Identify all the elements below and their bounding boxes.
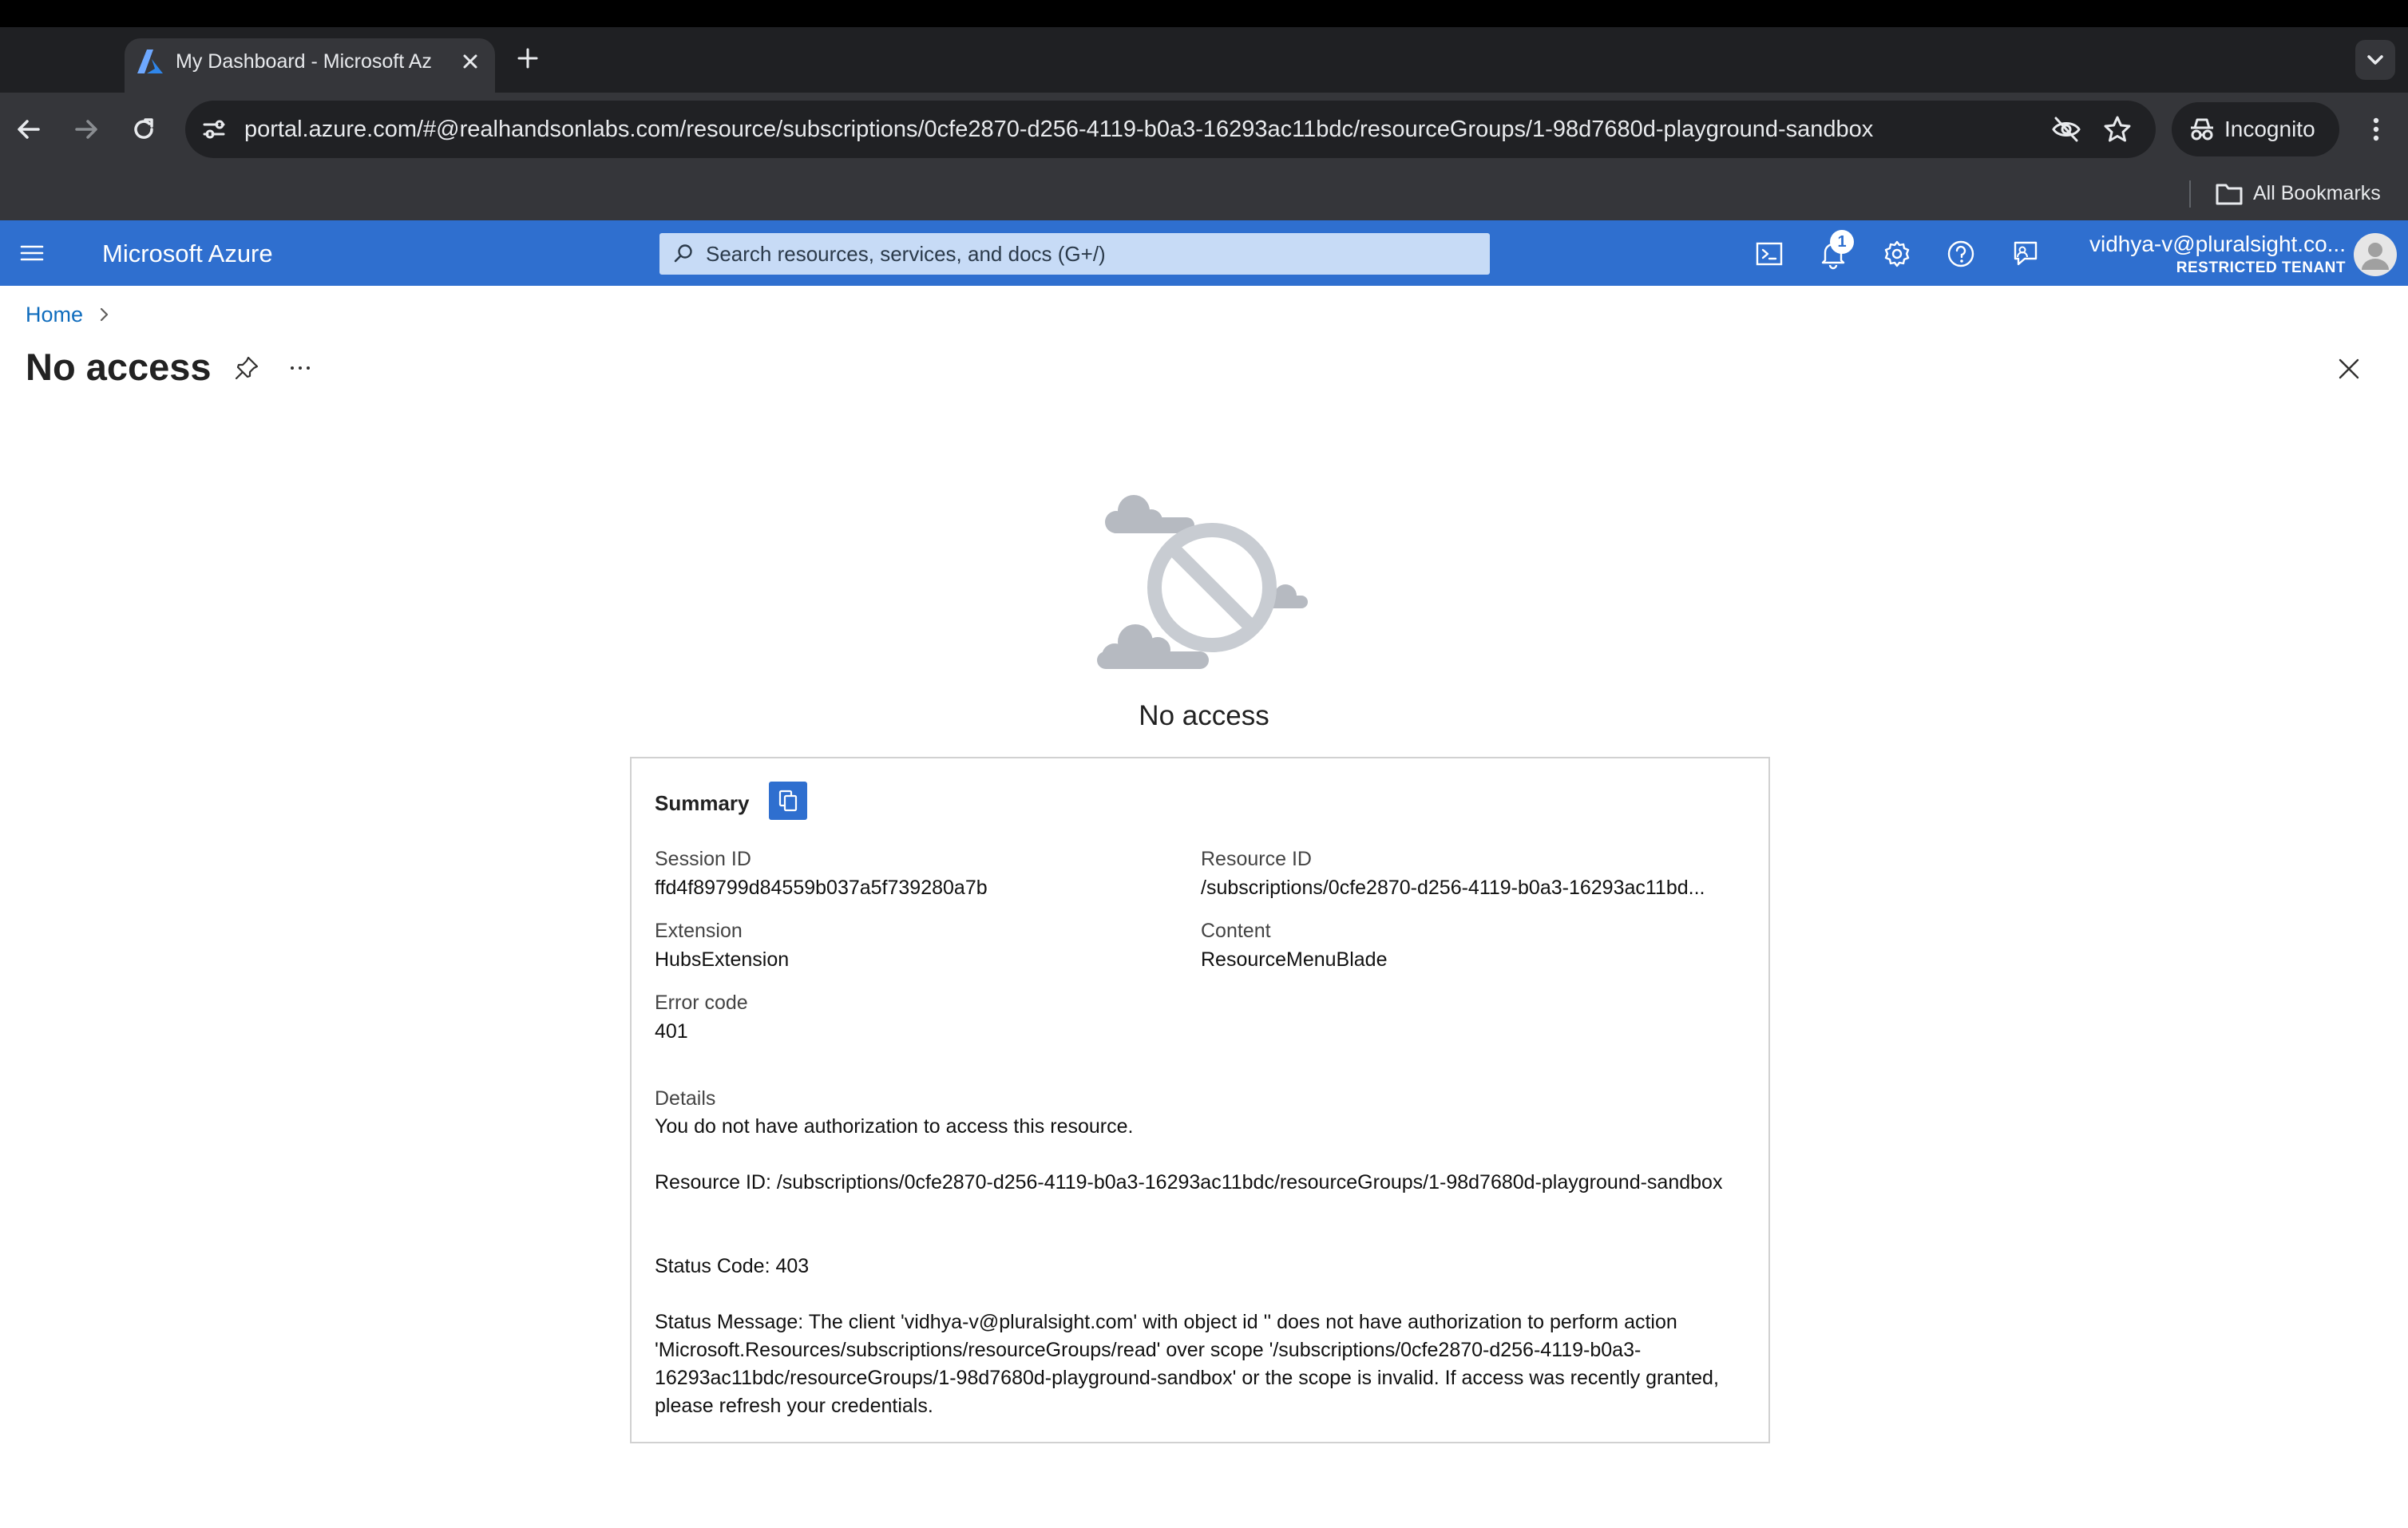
- error-code-label: Error code: [655, 992, 748, 1014]
- os-top-bar: [0, 0, 2408, 27]
- pin-icon[interactable]: [233, 354, 260, 382]
- details-label: Details: [655, 1087, 716, 1110]
- page-title: No access: [26, 346, 212, 388]
- resource-id-label: Resource ID: [1201, 848, 1312, 870]
- incognito-icon: [2188, 115, 2216, 144]
- incognito-label: Incognito: [2224, 117, 2315, 141]
- account-name[interactable]: vidhya-v@pluralsight.co...: [2060, 228, 2346, 260]
- forward-icon[interactable]: [70, 113, 102, 145]
- star-icon[interactable]: [2101, 113, 2133, 145]
- copy-icon: [777, 790, 799, 812]
- content-label: Content: [1201, 920, 1271, 942]
- site-info-icon[interactable]: [198, 113, 230, 145]
- cloud-shell-icon[interactable]: [1753, 238, 1785, 270]
- details-resource-id: Resource ID: /subscriptions/0cfe2870-d25…: [655, 1171, 1723, 1194]
- azure-brand[interactable]: Microsoft Azure: [102, 236, 273, 271]
- extension-label: Extension: [655, 920, 743, 942]
- no-access-icon: [1094, 492, 1309, 672]
- tab-search-icon[interactable]: [2355, 40, 2395, 80]
- url-text[interactable]: portal.azure.com/#@realhandsonlabs.com/r…: [244, 110, 2033, 148]
- all-bookmarks-link[interactable]: All Bookmarks: [2253, 177, 2381, 209]
- search-input[interactable]: [706, 236, 1472, 271]
- notification-badge: 1: [1830, 230, 1854, 254]
- hamburger-icon[interactable]: [18, 239, 46, 267]
- bookmarks-separator: [2189, 180, 2191, 208]
- resource-id-value: /subscriptions/0cfe2870-d256-4119-b0a3-1…: [1201, 877, 1705, 899]
- new-tab-icon[interactable]: [514, 45, 541, 72]
- eye-off-icon[interactable]: [2050, 113, 2082, 145]
- details-status-message: Status Message: The client 'vidhya-v@plu…: [655, 1311, 1719, 1417]
- no-access-heading: No access: [1139, 700, 1269, 731]
- avatar-icon[interactable]: [2354, 233, 2397, 276]
- breadcrumb-home[interactable]: Home: [26, 300, 83, 329]
- search-icon: [672, 243, 695, 265]
- help-icon[interactable]: [1945, 238, 1977, 270]
- back-icon[interactable]: [13, 113, 45, 145]
- folder-icon: [2215, 180, 2244, 208]
- bookmarks-bar: [0, 166, 2408, 220]
- menu-dots-icon[interactable]: [2360, 113, 2392, 145]
- tenant-label: RESTRICTED TENANT: [2176, 259, 2346, 276]
- summary-title: Summary: [655, 791, 750, 815]
- reload-icon[interactable]: [128, 113, 160, 145]
- details-status-code: Status Code: 403: [655, 1255, 810, 1277]
- close-icon[interactable]: [2335, 354, 2363, 383]
- content-value: ResourceMenuBlade: [1201, 948, 1388, 971]
- feedback-icon[interactable]: [2009, 238, 2041, 270]
- tab-title: My Dashboard - Microsoft Az: [176, 50, 432, 73]
- azure-favicon-icon: [136, 48, 164, 75]
- error-code-value: 401: [655, 1020, 688, 1043]
- settings-icon[interactable]: [1881, 238, 1913, 270]
- chevron-right-icon: [96, 305, 113, 324]
- close-tab-icon[interactable]: [457, 48, 484, 75]
- more-icon[interactable]: [286, 354, 315, 382]
- extension-value: HubsExtension: [655, 948, 790, 971]
- session-id-value: ffd4f89799d84559b037a5f739280a7b: [655, 877, 988, 899]
- session-id-label: Session ID: [655, 848, 751, 870]
- details-message: You do not have authorization to access …: [655, 1115, 1134, 1138]
